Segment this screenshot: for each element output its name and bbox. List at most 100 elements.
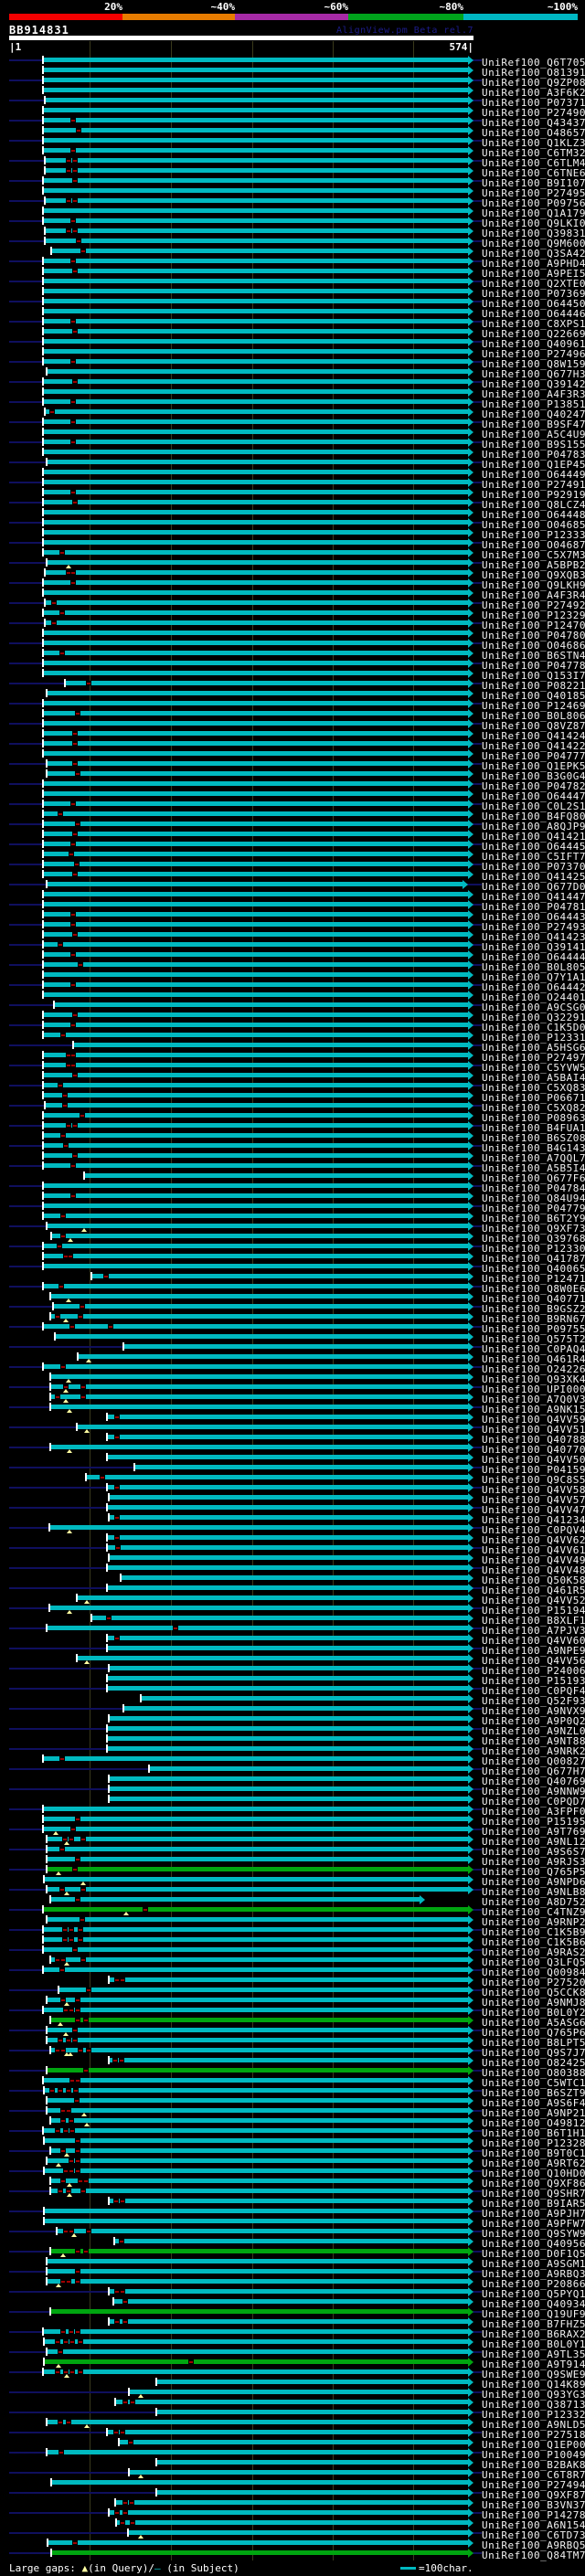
hit-bar[interactable] <box>43 349 468 354</box>
hit-bar[interactable] <box>44 2359 468 2364</box>
hit-bar[interactable] <box>43 510 468 514</box>
hit-bar[interactable] <box>119 2440 468 2444</box>
hit-bar[interactable] <box>47 2420 468 2424</box>
hit-bar[interactable] <box>44 2168 468 2173</box>
hit-bar[interactable] <box>43 419 468 424</box>
hit-bar[interactable] <box>58 1988 468 1992</box>
hit-bar[interactable] <box>43 912 468 917</box>
hit-bar[interactable] <box>43 811 468 816</box>
hit-bar[interactable] <box>43 1183 468 1188</box>
hit-bar[interactable] <box>43 2008 468 2012</box>
hit-bar[interactable] <box>43 942 468 947</box>
hit-bar[interactable] <box>45 228 468 233</box>
hit-bar[interactable] <box>109 1786 468 1791</box>
hit-bar[interactable] <box>44 2088 468 2093</box>
hit-bar[interactable] <box>47 2279 468 2284</box>
hit-bar[interactable] <box>141 1696 468 1701</box>
hit-bar[interactable] <box>47 2450 468 2454</box>
hit-bar[interactable] <box>45 98 468 102</box>
hit-bar[interactable] <box>43 801 468 806</box>
hit-bar[interactable] <box>43 1254 468 1258</box>
hit-bar[interactable] <box>50 1314 468 1319</box>
hit-bar[interactable] <box>43 399 468 404</box>
hit-bar[interactable] <box>43 610 468 615</box>
hit-bar[interactable] <box>45 168 468 173</box>
hit-bar[interactable] <box>43 1123 468 1128</box>
hit-bar[interactable] <box>54 1002 468 1007</box>
hit-bar[interactable] <box>43 1817 468 1821</box>
hit-bar[interactable] <box>109 1666 468 1670</box>
hit-bar[interactable] <box>43 631 468 635</box>
hit-bar[interactable] <box>43 259 468 263</box>
hit-bar[interactable] <box>43 108 468 112</box>
hit-bar[interactable] <box>43 1133 468 1138</box>
hit-bar[interactable] <box>44 2138 468 2143</box>
hit-bar[interactable] <box>43 1163 468 1168</box>
hit-bar[interactable] <box>43 872 468 876</box>
hit-bar[interactable] <box>43 1023 468 1027</box>
hit-bar[interactable] <box>43 178 468 183</box>
hit-bar[interactable] <box>50 1957 468 1962</box>
hit-bar[interactable] <box>43 641 468 645</box>
hit-bar[interactable] <box>129 2470 468 2475</box>
hit-bar[interactable] <box>47 1887 468 1892</box>
hit-bar[interactable] <box>47 761 468 766</box>
hit-bar[interactable] <box>107 1435 468 1439</box>
hit-bar[interactable] <box>43 1033 468 1037</box>
hit-bar[interactable] <box>48 2540 468 2545</box>
hit-bar[interactable] <box>156 2380 468 2384</box>
hit-bar[interactable] <box>43 902 468 906</box>
hit-bar[interactable] <box>50 1294 468 1299</box>
hit-bar[interactable] <box>43 470 468 474</box>
hit-bar[interactable] <box>47 2038 468 2042</box>
hit-bar[interactable] <box>43 319 468 323</box>
hit-bar[interactable] <box>47 2259 468 2263</box>
hit-bar[interactable] <box>51 2480 468 2485</box>
hit-bar[interactable] <box>43 540 468 545</box>
hit-bar[interactable] <box>43 922 468 927</box>
hit-bar[interactable] <box>50 2118 468 2123</box>
hit-bar[interactable] <box>43 2128 468 2133</box>
hit-bar[interactable] <box>43 1827 468 1831</box>
hit-bar[interactable] <box>43 781 468 786</box>
hit-bar[interactable] <box>77 1595 468 1600</box>
hit-bar[interactable] <box>107 1585 468 1590</box>
hit-bar[interactable] <box>50 1897 420 1902</box>
hit-bar[interactable] <box>50 2048 468 2052</box>
hit-bar[interactable] <box>43 550 468 555</box>
hit-bar[interactable] <box>109 1716 468 1721</box>
hit-bar[interactable] <box>43 1807 468 1811</box>
hit-bar[interactable] <box>43 208 468 213</box>
hit-bar[interactable] <box>109 2510 468 2515</box>
hit-bar[interactable] <box>43 992 468 997</box>
hit-bar[interactable] <box>47 2098 468 2103</box>
hit-bar[interactable] <box>43 671 468 675</box>
hit-bar[interactable] <box>43 299 468 303</box>
hit-bar[interactable] <box>43 128 468 133</box>
hit-bar[interactable] <box>43 329 468 334</box>
hit-bar[interactable] <box>44 1877 468 1882</box>
hit-bar[interactable] <box>43 751 468 756</box>
hit-bar[interactable] <box>50 1394 468 1399</box>
hit-bar[interactable] <box>107 1565 468 1570</box>
hit-bar[interactable] <box>50 2309 468 2314</box>
hit-bar[interactable] <box>50 2018 468 2022</box>
hit-bar[interactable] <box>43 58 468 62</box>
hit-bar[interactable] <box>107 1455 468 1459</box>
hit-bar[interactable] <box>107 1505 468 1510</box>
hit-bar[interactable] <box>43 982 468 987</box>
hit-bar[interactable] <box>43 962 468 967</box>
hit-bar[interactable] <box>73 1043 468 1047</box>
hit-bar[interactable] <box>53 1304 468 1309</box>
hit-bar[interactable] <box>43 1073 468 1077</box>
hit-bar[interactable] <box>149 1766 468 1771</box>
hit-bar[interactable] <box>47 771 468 776</box>
hit-bar[interactable] <box>43 952 468 957</box>
hit-bar[interactable] <box>109 1515 468 1520</box>
hit-bar[interactable] <box>107 1686 468 1691</box>
hit-bar[interactable] <box>47 1917 468 1922</box>
hit-bar[interactable] <box>43 1083 468 1087</box>
hit-bar[interactable] <box>49 1606 468 1610</box>
hit-bar[interactable] <box>77 1656 468 1660</box>
hit-bar[interactable] <box>43 1324 468 1329</box>
